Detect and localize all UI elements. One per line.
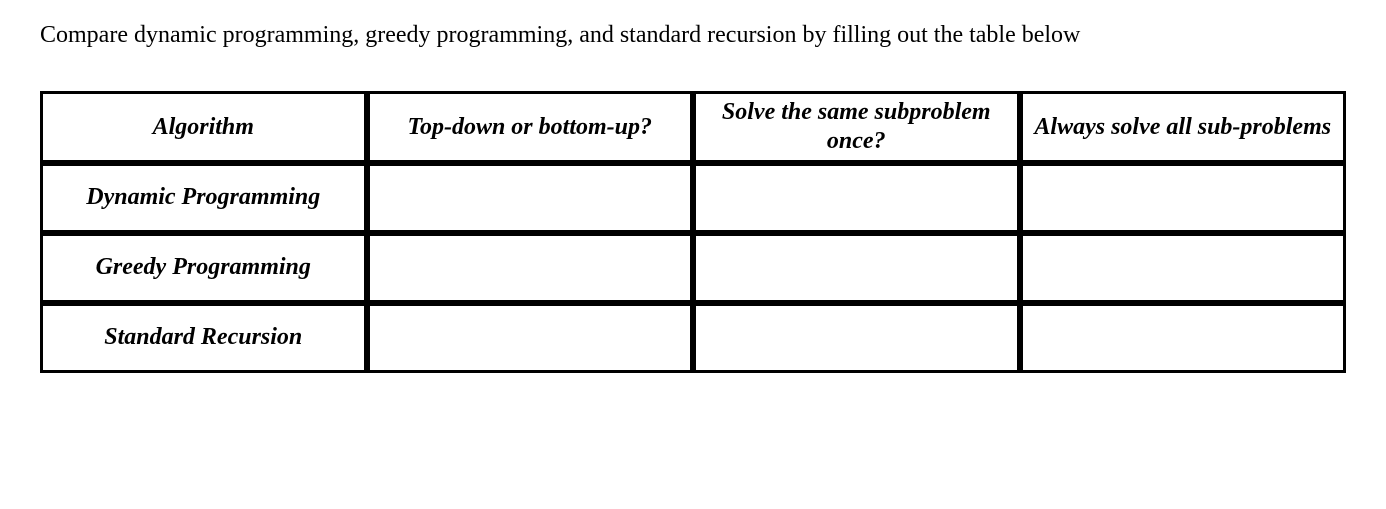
row-label-standard-recursion: Standard Recursion bbox=[40, 303, 367, 373]
row-label-greedy-programming: Greedy Programming bbox=[40, 233, 367, 303]
cell-greedy-solveall[interactable] bbox=[1020, 233, 1347, 303]
cell-dp-solveall[interactable] bbox=[1020, 163, 1347, 233]
header-algorithm: Algorithm bbox=[40, 91, 367, 163]
header-topdown-bottomup: Top-down or bottom-up? bbox=[367, 91, 694, 163]
cell-dp-solveonce[interactable] bbox=[693, 163, 1020, 233]
cell-recursion-topdown[interactable] bbox=[367, 303, 694, 373]
table-row: Standard Recursion bbox=[40, 303, 1346, 373]
table-row: Greedy Programming bbox=[40, 233, 1346, 303]
header-solve-all: Always solve all sub-problems bbox=[1020, 91, 1347, 163]
cell-greedy-solveonce[interactable] bbox=[693, 233, 1020, 303]
cell-greedy-topdown[interactable] bbox=[367, 233, 694, 303]
cell-recursion-solveonce[interactable] bbox=[693, 303, 1020, 373]
cell-recursion-solveall[interactable] bbox=[1020, 303, 1347, 373]
row-label-dynamic-programming: Dynamic Programming bbox=[40, 163, 367, 233]
header-solve-once: Solve the same subproblem once? bbox=[693, 91, 1020, 163]
question-prompt: Compare dynamic programming, greedy prog… bbox=[40, 20, 1346, 51]
table-row: Dynamic Programming bbox=[40, 163, 1346, 233]
table-header-row: Algorithm Top-down or bottom-up? Solve t… bbox=[40, 91, 1346, 163]
comparison-table: Algorithm Top-down or bottom-up? Solve t… bbox=[40, 91, 1346, 373]
cell-dp-topdown[interactable] bbox=[367, 163, 694, 233]
